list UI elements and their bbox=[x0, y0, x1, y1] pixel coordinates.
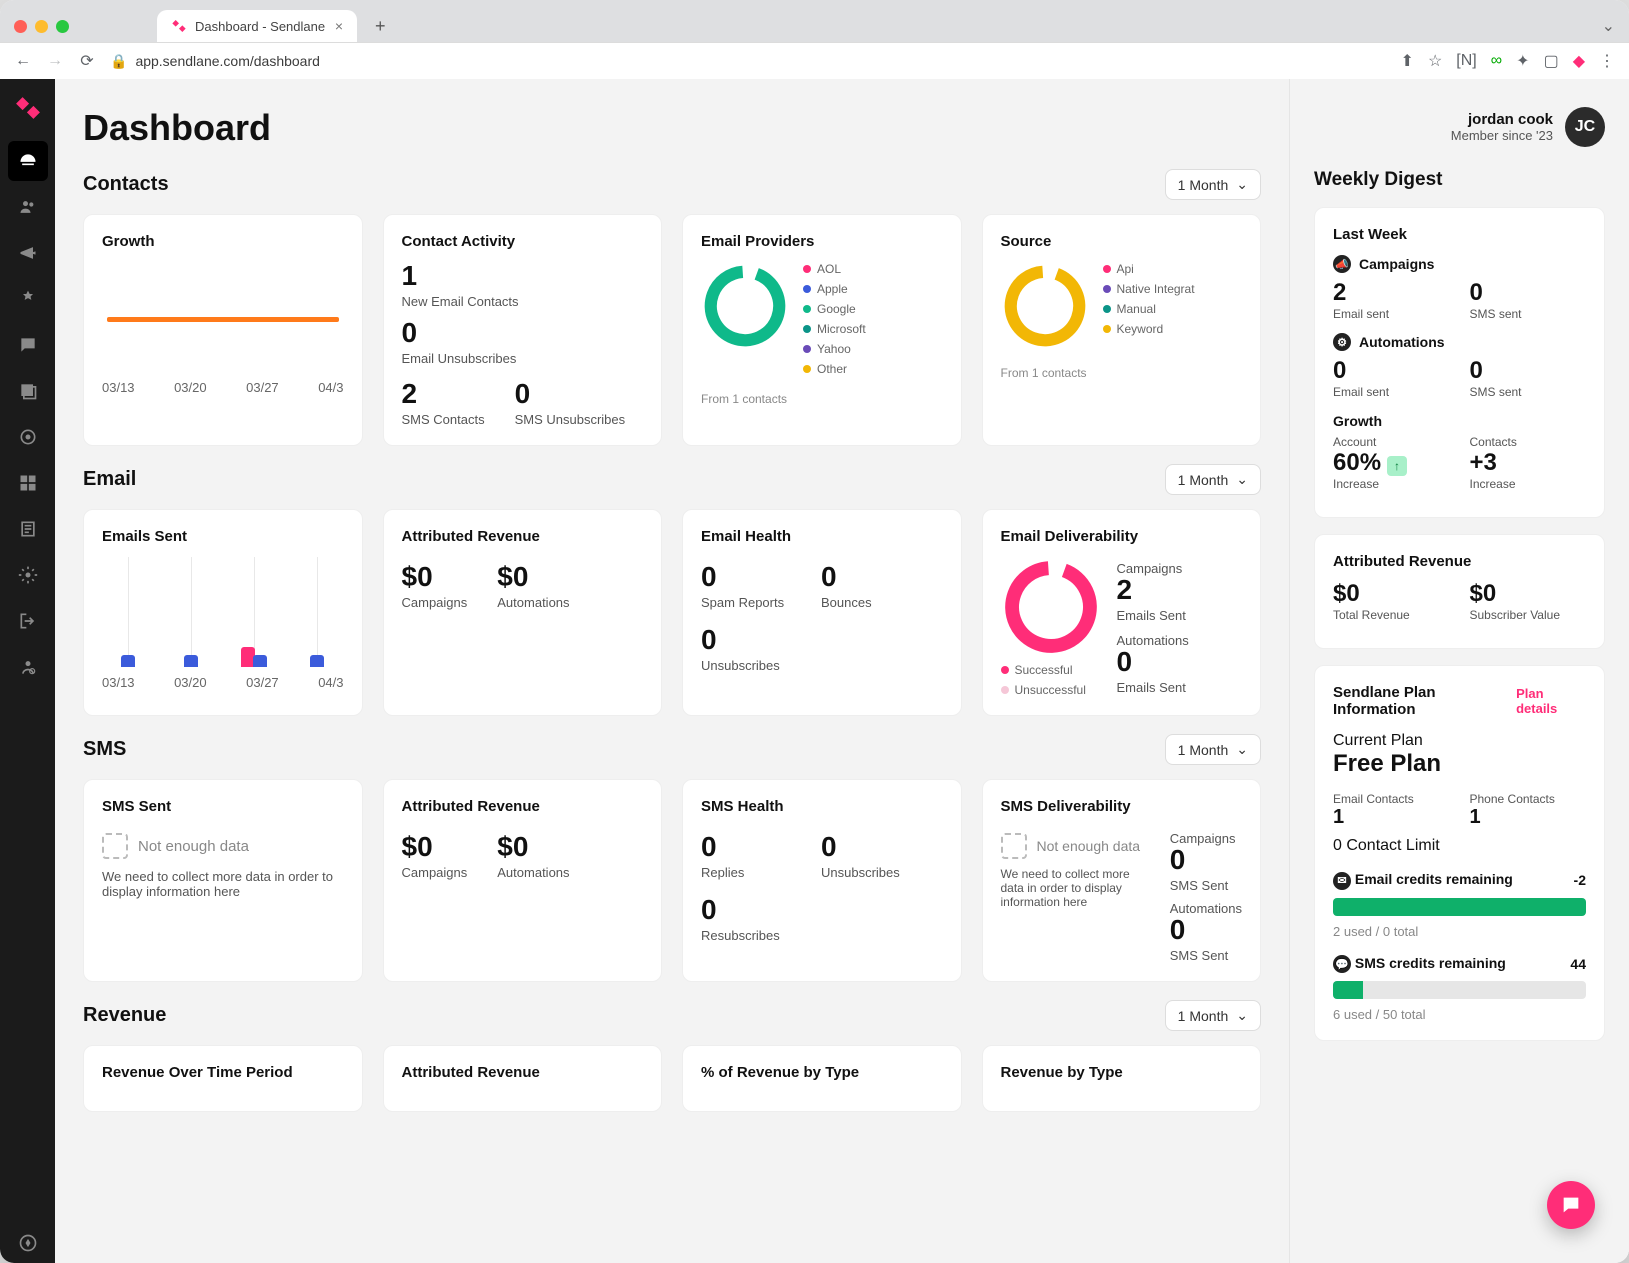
sms-icon: 💬 bbox=[1333, 955, 1351, 973]
card-sms-sent: SMS Sent Not enough data We need to coll… bbox=[83, 779, 363, 982]
app-logo[interactable] bbox=[15, 95, 41, 121]
browser-tab[interactable]: Dashboard - Sendlane × bbox=[157, 10, 357, 42]
card-revenue-over-time: Revenue Over Time Period bbox=[83, 1045, 363, 1112]
sidebar-item-dashboard[interactable] bbox=[8, 141, 48, 181]
section-email-title: Email bbox=[83, 468, 136, 491]
section-contacts-title: Contacts bbox=[83, 173, 169, 196]
not-enough-data-icon bbox=[102, 833, 128, 859]
card-emails-sent: Emails Sent 03/13 03/20 03/27 04/3 bbox=[83, 509, 363, 716]
address-bar[interactable]: app.sendlane.com/dashboard bbox=[135, 53, 319, 69]
sidebar-item-logout[interactable] bbox=[8, 601, 48, 641]
extension-icon[interactable]: [N] bbox=[1456, 52, 1476, 70]
email-icon: ✉ bbox=[1333, 872, 1351, 890]
automation-icon: ⚙ bbox=[1333, 333, 1351, 351]
card-sms-health: SMS Health 0Replies 0Unsubscribes 0Resub… bbox=[682, 779, 962, 982]
section-sms-title: SMS bbox=[83, 738, 126, 761]
donut-source bbox=[1001, 262, 1089, 350]
extensions-puzzle-icon[interactable]: ✦ bbox=[1516, 51, 1529, 71]
chevron-down-icon: ⌄ bbox=[1236, 471, 1248, 488]
weekly-digest-title: Weekly Digest bbox=[1314, 169, 1605, 191]
rail-card-plan-info: Sendlane Plan Information Plan details C… bbox=[1314, 665, 1605, 1041]
sidebar-item-integrations[interactable] bbox=[8, 463, 48, 503]
sidebar-item-campaigns[interactable] bbox=[8, 233, 48, 273]
close-tab-icon[interactable]: × bbox=[335, 18, 343, 34]
back-button[interactable]: ← bbox=[14, 52, 32, 70]
rail-card-last-week: Last Week 📣Campaigns 2Email sent 0SMS se… bbox=[1314, 207, 1605, 518]
profile-icon[interactable]: ◆ bbox=[1573, 51, 1585, 71]
member-since: Member since '23 bbox=[1451, 128, 1553, 143]
rail-card-attributed-revenue: Attributed Revenue $0Total Revenue $0Sub… bbox=[1314, 534, 1605, 649]
sidebar-item-reports[interactable] bbox=[8, 509, 48, 549]
email-credits-progress bbox=[1333, 898, 1586, 916]
tab-title: Dashboard - Sendlane bbox=[195, 19, 325, 34]
chevron-down-icon: ⌄ bbox=[1236, 741, 1248, 758]
sidebar-item-content[interactable] bbox=[8, 371, 48, 411]
section-revenue-title: Revenue bbox=[83, 1004, 166, 1027]
card-email-deliverability: Email Deliverability Successful Unsucces… bbox=[982, 509, 1262, 716]
range-selector-email[interactable]: 1 Month⌄ bbox=[1165, 464, 1261, 495]
sidebar-item-account[interactable] bbox=[8, 647, 48, 687]
sidebar-item-forms[interactable] bbox=[8, 417, 48, 457]
window-close[interactable] bbox=[14, 20, 27, 33]
donut-deliverability bbox=[1001, 557, 1101, 657]
forward-button[interactable]: → bbox=[46, 52, 64, 70]
sidebar-item-audience[interactable] bbox=[8, 187, 48, 227]
share-icon[interactable]: ⬆ bbox=[1401, 51, 1414, 71]
tabs-chevron-icon[interactable]: ⌄ bbox=[1602, 16, 1615, 36]
sidebar-item-conversations[interactable] bbox=[8, 325, 48, 365]
sms-credits-progress bbox=[1333, 981, 1586, 999]
donut-providers bbox=[701, 262, 789, 350]
avatar[interactable]: JC bbox=[1565, 107, 1605, 147]
range-selector-revenue[interactable]: 1 Month⌄ bbox=[1165, 1000, 1261, 1031]
sidebar-item-automations[interactable] bbox=[8, 279, 48, 319]
extension-icon-2[interactable]: ∞ bbox=[1491, 52, 1502, 70]
card-revenue-attributed: Attributed Revenue bbox=[383, 1045, 663, 1112]
megaphone-icon: 📣 bbox=[1333, 255, 1351, 273]
sidebar-item-help[interactable] bbox=[8, 1223, 48, 1263]
card-revenue-by-type: Revenue by Type bbox=[982, 1045, 1262, 1112]
trend-up-icon: ↑ bbox=[1387, 456, 1407, 476]
card-email-health: Email Health 0Spam Reports 0Bounces 0Uns… bbox=[682, 509, 962, 716]
card-sms-deliverability: SMS Deliverability Not enough data We ne… bbox=[982, 779, 1262, 982]
lock-icon: 🔒 bbox=[110, 53, 127, 70]
reload-button[interactable]: ⟳ bbox=[78, 52, 96, 70]
sidebar-item-settings[interactable] bbox=[8, 555, 48, 595]
plan-details-link[interactable]: Plan details bbox=[1516, 686, 1586, 716]
favicon-icon bbox=[171, 18, 187, 34]
star-icon[interactable]: ☆ bbox=[1428, 51, 1442, 71]
panel-icon[interactable]: ▢ bbox=[1544, 51, 1559, 71]
card-sms-attributed-revenue: Attributed Revenue $0Campaigns $0Automat… bbox=[383, 779, 663, 982]
card-email-attributed-revenue: Attributed Revenue $0Campaigns $0Automat… bbox=[383, 509, 663, 716]
window-zoom[interactable] bbox=[56, 20, 69, 33]
card-source: Source Api Native Integrat Manual Keywor… bbox=[982, 214, 1262, 446]
card-contact-activity: Contact Activity 1 New Email Contacts 0 … bbox=[383, 214, 663, 446]
chevron-down-icon: ⌄ bbox=[1236, 1007, 1248, 1024]
card-revenue-percent-type: % of Revenue by Type bbox=[682, 1045, 962, 1112]
card-growth: Growth 03/13 03/20 03/27 04/3 bbox=[83, 214, 363, 446]
user-name: jordan cook bbox=[1468, 111, 1553, 128]
new-tab-button[interactable]: + bbox=[375, 16, 386, 37]
growth-line bbox=[107, 317, 339, 322]
window-minimize[interactable] bbox=[35, 20, 48, 33]
not-enough-data-icon bbox=[1001, 833, 1027, 859]
kebab-menu-icon[interactable]: ⋮ bbox=[1599, 51, 1615, 71]
card-email-providers: Email Providers AOL Apple Google Microso… bbox=[682, 214, 962, 446]
page-title: Dashboard bbox=[83, 107, 1261, 149]
help-fab[interactable] bbox=[1547, 1181, 1595, 1229]
chevron-down-icon: ⌄ bbox=[1236, 176, 1248, 193]
range-selector-contacts[interactable]: 1 Month⌄ bbox=[1165, 169, 1261, 200]
range-selector-sms[interactable]: 1 Month⌄ bbox=[1165, 734, 1261, 765]
